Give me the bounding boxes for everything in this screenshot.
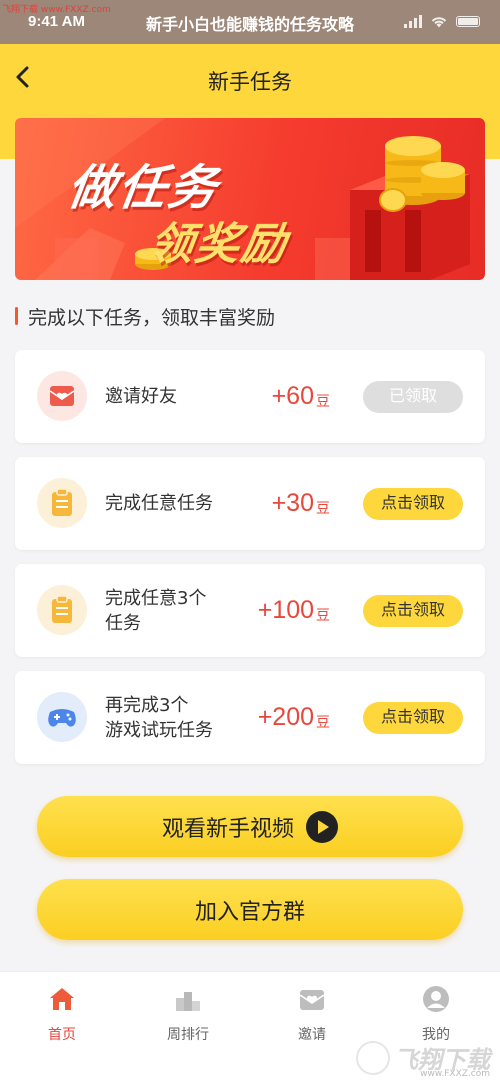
claim-button[interactable]: 点击领取 (363, 488, 463, 520)
task-card-any-task: 完成任意任务 +30 豆 点击领取 (15, 457, 485, 550)
task-card-three-tasks: 完成任意3个 任务 +100 豆 点击领取 (15, 564, 485, 657)
signal-icon (404, 15, 422, 28)
page-title: 新手任务 (208, 70, 292, 94)
claim-button[interactable]: 点击领取 (363, 595, 463, 627)
section-title-text: 完成以下任务，领取丰富奖励 (28, 306, 276, 329)
envelope-heart-icon (37, 371, 87, 421)
task-reward: +30 豆 (271, 489, 330, 517)
play-icon (306, 810, 338, 843)
tab-label: 周排行 (167, 1027, 209, 1043)
user-icon (423, 986, 449, 1012)
home-icon (50, 988, 74, 1010)
task-reward: +200 豆 (257, 703, 330, 731)
invite-envelope-icon (299, 990, 325, 1010)
watch-video-label: 观看新手视频 (161, 816, 294, 842)
watermark-logo-icon (356, 1040, 390, 1075)
tab-home[interactable]: 首页 (22, 984, 102, 1044)
claimed-button[interactable]: 已领取 (363, 381, 463, 413)
tab-label: 邀请 (298, 1027, 326, 1043)
clipboard-icon (37, 478, 87, 528)
podium-icon (176, 992, 200, 1011)
join-group-button[interactable]: 加入官方群 (37, 879, 463, 940)
promo-banner[interactable]: 做任务 领奖励 (15, 118, 485, 280)
banner-subheadline: 领奖励 (145, 219, 291, 270)
battery-icon (456, 16, 480, 27)
watermark-url: www.FXXZ.com (420, 1069, 490, 1079)
tab-weekly-ranking[interactable]: 周排行 (148, 984, 228, 1044)
task-reward: +60 豆 (271, 382, 330, 410)
tab-invite[interactable]: 邀请 (272, 984, 352, 1044)
task-name: 完成任意任务 (105, 493, 213, 514)
join-group-label: 加入官方群 (194, 899, 305, 925)
task-card-game-trial: 再完成3个 游戏试玩任务 +200 豆 点击领取 (15, 671, 485, 764)
wifi-icon (431, 16, 447, 27)
task-name: 再完成3个 游戏试玩任务 (105, 695, 213, 741)
section-title: 完成以下任务，领取丰富奖励 (15, 304, 276, 329)
task-reward: +100 豆 (257, 596, 330, 624)
tab-label: 首页 (48, 1027, 76, 1043)
status-icons (404, 15, 480, 28)
section-accent-bar (15, 307, 18, 325)
site-watermark: 飞翔下载 www.FXXZ.com (356, 1040, 490, 1079)
task-card-invite: 邀请好友 +60 豆 已领取 (15, 350, 485, 443)
claim-button[interactable]: 点击领取 (363, 702, 463, 734)
clipboard-icon (37, 585, 87, 635)
article-title-bar: 飞翔下载 www.FXXZ.com 9:41 AM 新手小白也能赚钱的任务攻略 (0, 0, 500, 44)
gamepad-icon (37, 692, 87, 742)
task-name: 完成任意3个 任务 (105, 588, 207, 634)
task-name: 邀请好友 (105, 386, 177, 407)
tab-mine[interactable]: 我的 (396, 984, 476, 1044)
watch-video-button[interactable]: 观看新手视频 (37, 796, 463, 857)
